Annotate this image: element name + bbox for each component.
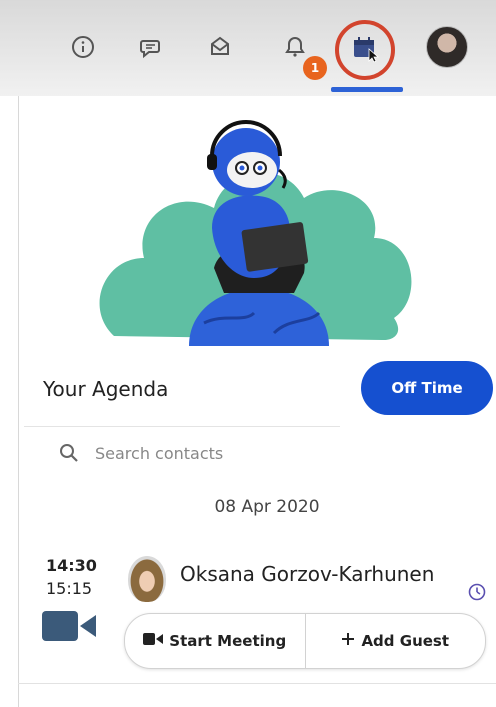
off-time-button[interactable]: Off Time [361,361,493,415]
add-guest-label: Add Guest [361,632,450,650]
contact-search[interactable] [43,433,341,473]
plus-icon [341,632,355,650]
chat-icon[interactable] [134,30,168,64]
camera-icon [143,632,164,650]
search-input[interactable] [93,442,317,464]
meeting-end-time: 15:15 [46,579,93,598]
bottom-divider [18,683,496,684]
info-icon[interactable] [66,30,100,64]
meeting-start-time: 14:30 [46,556,97,575]
profile-avatar[interactable] [426,26,468,68]
agenda-divider [24,426,340,427]
video-camera-icon [42,611,98,645]
start-meeting-button[interactable]: Start Meeting [125,614,305,668]
add-guest-button[interactable]: Add Guest [306,614,486,668]
active-tab-indicator [331,87,403,92]
top-nav-bar: 1 [0,0,496,96]
calendar-icon[interactable] [348,31,382,65]
clock-icon[interactable] [467,582,487,606]
inbox-icon[interactable] [203,30,237,64]
notification-badge: 1 [303,56,327,80]
meeting-action-bar: Start Meeting Add Guest [124,613,486,669]
contact-name[interactable]: Oksana Gorzov-Karhunen [180,562,434,586]
search-icon [59,443,79,463]
agenda-date: 08 Apr 2020 [214,497,320,517]
agenda-title: Your Agenda [43,377,169,401]
agenda-illustration [94,108,420,346]
panel-divider [18,96,19,707]
start-meeting-label: Start Meeting [169,632,287,650]
contact-avatar [128,556,166,602]
